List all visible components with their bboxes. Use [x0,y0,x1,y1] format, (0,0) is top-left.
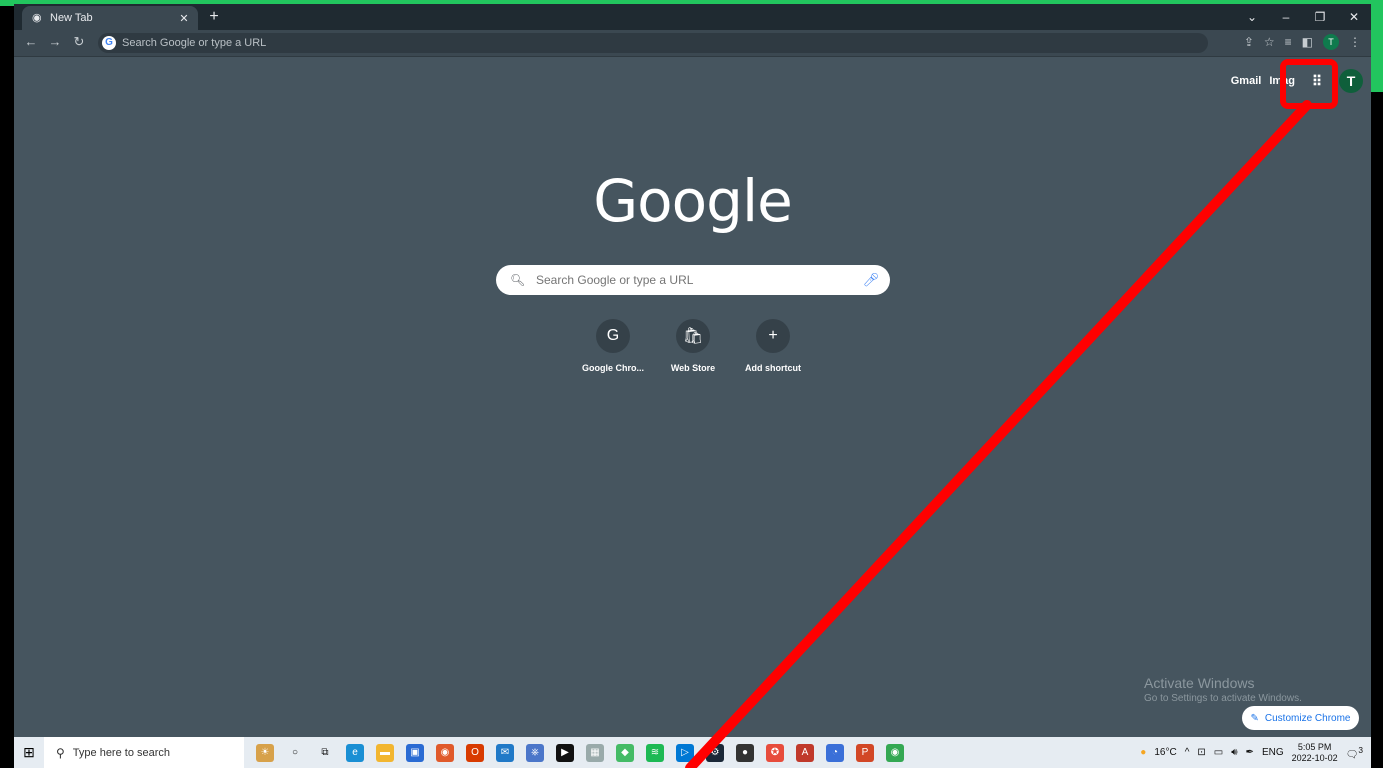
shortcuts-row: G Google Chro... 🛍 Web Store + Add short… [576,319,810,373]
search-box[interactable]: 🔍︎ 🎤︎ [496,265,890,295]
taskbar-search-placeholder: Type here to search [72,746,171,759]
windows-taskbar: ⊞ ⚲ Type here to search ☀ ○ ⧉ e ▬ ▣ ◉ O … [14,737,1371,768]
show-hidden-icons-icon[interactable]: ^ [1185,747,1190,758]
pencil-icon: ✎ [1250,712,1259,724]
google-logo: Google [593,167,793,235]
back-icon[interactable]: ← [22,34,40,49]
network-app-icon[interactable]: ⎈ [526,743,544,762]
chrome-shortcut-icon: G [596,319,630,353]
menu-icon[interactable]: ⋮ [1349,35,1361,49]
forward-icon[interactable]: → [46,34,64,49]
notification-count: 3 [1358,744,1363,755]
spotify-icon[interactable]: ≋ [646,743,664,762]
tray-icon[interactable]: ⊡ [1197,747,1205,758]
chrome-active-icon[interactable]: ◉ [886,743,904,762]
plus-icon: + [756,319,790,353]
chrome-profile-icon[interactable]: ◔ [826,743,844,762]
new-tab-button[interactable]: + [204,8,224,26]
file-explorer-icon[interactable]: ▬ [376,743,394,762]
chrome-icon: ◉ [32,12,42,24]
weather-icon: ● [1140,747,1147,758]
search-icon: 🔍︎ [510,273,526,287]
edge-icon[interactable]: e [346,743,364,762]
microphone-icon[interactable]: 🎤︎ [860,272,882,288]
app-icon[interactable]: ◆ [616,743,634,762]
screenshot-frame: ◉ New Tab ✕ + ⌄ – ❐ ✕ ← → ↻ G Search Goo… [0,0,1383,768]
side-panel-icon[interactable]: ◧ [1302,35,1313,49]
notification-icon[interactable]: 🗨︎3 [1346,745,1363,760]
gmail-link[interactable]: Gmail [1231,75,1262,87]
reload-icon[interactable]: ↻ [70,34,88,50]
new-tab-page: Gmail Imag ⠿ T Google 🔍︎ 🎤︎ G Google Chr… [14,57,1371,737]
volume-icon[interactable]: 🔊︎ [1231,747,1237,758]
windows-start-icon[interactable]: ⊞ [14,744,44,761]
toolbar-icons: ⇪ ☆ ≡ ◧ T ⋮ [1244,34,1361,50]
mail-icon[interactable]: ✉ [496,743,514,762]
clock[interactable]: 5:05 PM 2022-10-02 [1292,742,1338,764]
clock-time: 5:05 PM [1297,741,1332,752]
store-icon[interactable]: ▣ [406,743,424,762]
browser-toolbar: ← → ↻ G Search Google or type a URL ⇪ ☆ … [14,30,1371,57]
chrome-window: ◉ New Tab ✕ + ⌄ – ❐ ✕ ← → ↻ G Search Goo… [14,4,1371,768]
activate-subtitle: Go to Settings to activate Windows. [1144,693,1302,704]
shortcut-add[interactable]: + Add shortcut [736,319,810,373]
omnibox-placeholder: Search Google or type a URL [122,37,267,49]
office-icon[interactable]: O [466,743,484,762]
close-tab-icon[interactable]: ✕ [176,12,192,25]
weather-temp[interactable]: 16°C [1154,747,1176,758]
window-controls: ⌄ – ❐ ✕ [1235,4,1371,30]
shortcut-label: Add shortcut [745,363,801,373]
network-icon[interactable]: ▭ [1214,747,1223,758]
obs-icon[interactable]: ● [736,743,754,762]
pen-icon[interactable]: ✒ [1246,747,1254,758]
system-tray: ● 16°C ^ ⊡ ▭ 🔊︎ ✒ ENG 5:05 PM 2022-10-02… [1140,737,1363,768]
restore-button[interactable]: ❐ [1303,4,1337,30]
shortcut-label: Google Chro... [582,363,644,373]
close-window-button[interactable]: ✕ [1337,4,1371,30]
web-store-icon: 🛍 [676,319,710,353]
shortcut-google-chrome[interactable]: G Google Chro... [576,319,650,373]
reading-list-icon[interactable]: ≡ [1285,35,1292,49]
media-player-icon[interactable]: ▶ [556,743,574,762]
customize-chrome-button[interactable]: ✎ Customize Chrome [1242,706,1359,730]
cortana-icon[interactable]: ○ [286,743,304,762]
taskbar-apps: ☀ ○ ⧉ e ▬ ▣ ◉ O ✉ ⎈ ▶ ▦ ◆ ≋ ▷ ⚙ ● ✪ A ◔ [256,743,904,762]
account-avatar[interactable]: T [1339,69,1363,93]
photos-icon[interactable]: ▦ [586,743,604,762]
language-indicator[interactable]: ENG [1262,747,1284,758]
omnibox[interactable]: G Search Google or type a URL [98,33,1208,53]
tab-strip: ◉ New Tab ✕ + ⌄ – ❐ ✕ [14,4,1371,30]
media-app-icon[interactable]: ▷ [676,743,694,762]
tab-new-tab[interactable]: ◉ New Tab ✕ [22,6,198,30]
clock-date: 2022-10-02 [1291,752,1338,763]
taskbar-search[interactable]: ⚲ Type here to search [44,737,244,768]
bookmark-star-icon[interactable]: ☆ [1264,35,1275,49]
weather-widget-icon[interactable]: ☀ [256,743,274,762]
powerpoint-icon[interactable]: P [856,743,874,762]
green-border-right [1371,0,1383,92]
activate-title: Activate Windows [1144,675,1255,691]
share-icon[interactable]: ⇪ [1244,35,1254,49]
activate-windows-watermark: Activate Windows Go to Settings to activ… [1144,675,1302,704]
profile-avatar[interactable]: T [1323,34,1339,50]
acrobat-icon[interactable]: A [796,743,814,762]
minimize-button[interactable]: – [1269,4,1303,30]
customize-label: Customize Chrome [1264,712,1351,724]
tab-search-icon[interactable]: ⌄ [1235,4,1269,30]
tab-title: New Tab [50,12,93,24]
steam-icon[interactable]: ⚙ [706,743,724,762]
shortcut-web-store[interactable]: 🛍 Web Store [656,319,730,373]
google-icon: G [102,36,116,50]
annotation-highlight-box [1280,59,1338,109]
search-input[interactable] [534,272,860,288]
task-view-icon[interactable]: ⧉ [316,743,334,762]
search-icon: ⚲ [56,745,65,760]
red-app-icon[interactable]: ✪ [766,743,784,762]
shortcut-label: Web Store [670,363,716,373]
chrome-taskbar-icon[interactable]: ◉ [436,743,454,762]
